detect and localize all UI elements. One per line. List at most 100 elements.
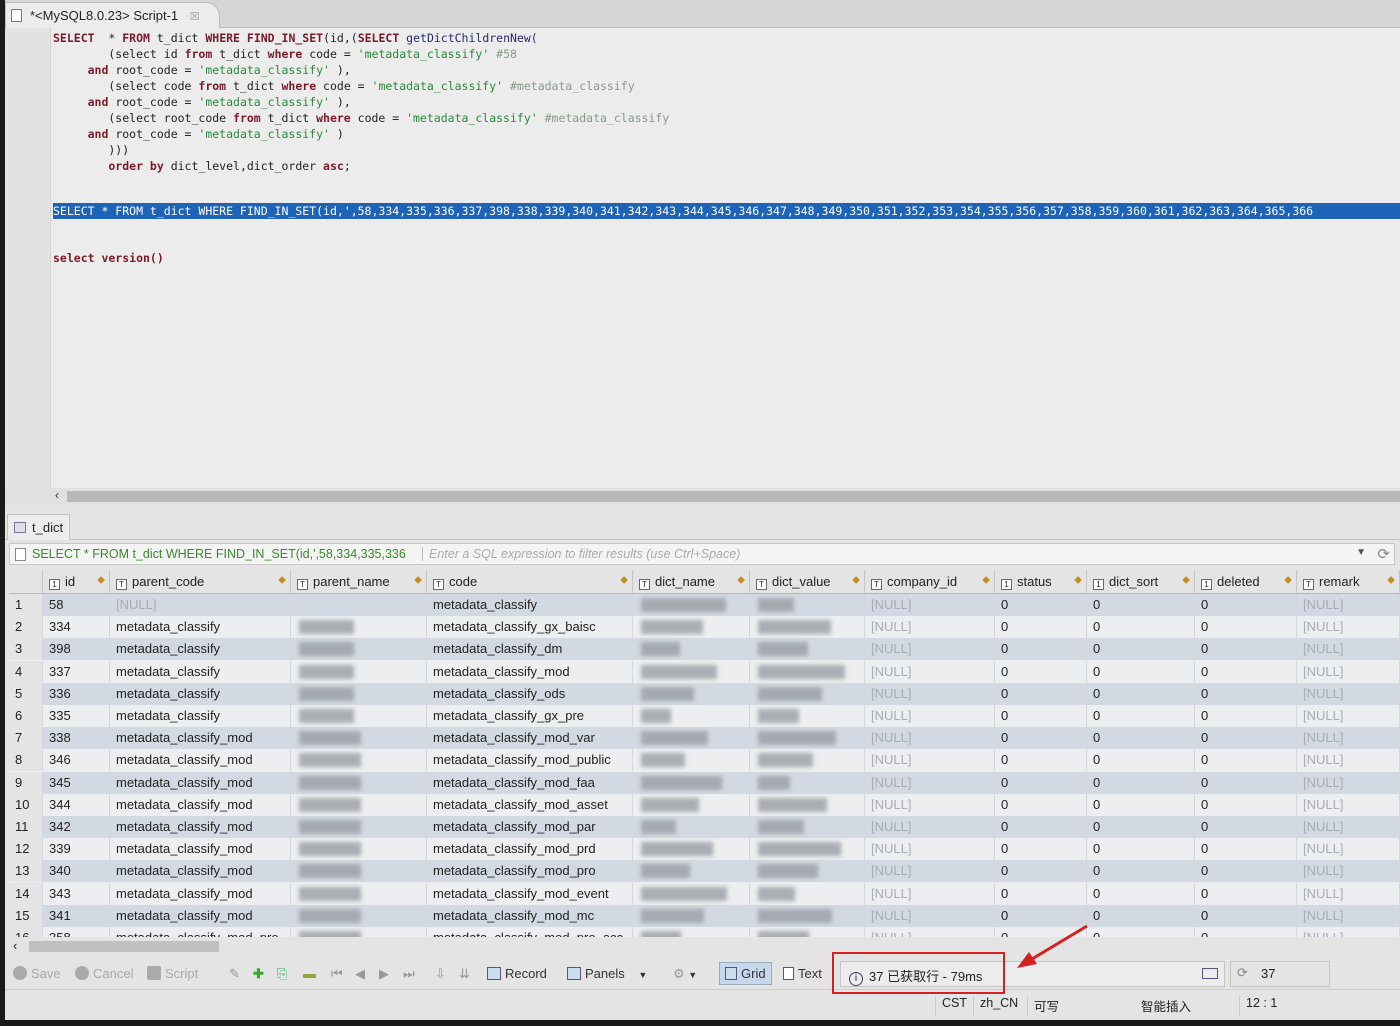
cell-status[interactable]: 0 (995, 771, 1087, 794)
cell-deleted[interactable]: 0 (1195, 682, 1297, 705)
column-header-remark[interactable]: Tremark ⬥ (1297, 570, 1400, 594)
cell-dict-name[interactable] (633, 860, 750, 883)
cell-id[interactable]: 398 (43, 638, 110, 661)
prev-row-button[interactable]: ◀ (355, 966, 365, 982)
cell-company-id[interactable]: [NULL] (865, 771, 995, 794)
cell-parent-name[interactable] (291, 616, 427, 639)
cell-company-id[interactable]: [NULL] (865, 749, 995, 772)
cell-deleted[interactable]: 0 (1195, 793, 1297, 816)
cell-company-id[interactable]: [NULL] (865, 616, 995, 639)
sql-line[interactable]: (select root_code from t_dict where code… (53, 110, 669, 126)
cell-dict-sort[interactable]: 0 (1087, 594, 1195, 616)
sort-icon[interactable]: ⬥ (1387, 574, 1395, 587)
cell-dict-sort[interactable]: 0 (1087, 838, 1195, 861)
cell-status[interactable]: 0 (995, 860, 1087, 883)
cell-id[interactable]: 337 (43, 660, 110, 683)
cell-dict-name[interactable] (633, 749, 750, 772)
scroll-thumb[interactable] (67, 491, 1400, 502)
cell-parent-name[interactable] (291, 904, 427, 927)
cell-code[interactable]: metadata_classify (427, 594, 633, 616)
script-button[interactable]: Script (147, 966, 198, 981)
panels-button[interactable]: Panels ▼ (567, 966, 647, 981)
scroll-thumb[interactable] (29, 941, 219, 952)
cell-id[interactable]: 335 (43, 705, 110, 727)
cell-company-id[interactable]: [NULL] (865, 594, 995, 616)
cancel-button[interactable]: Cancel (75, 966, 133, 981)
cell-status[interactable]: 0 (995, 682, 1087, 705)
cell-dict-name[interactable] (633, 882, 750, 905)
cell-parent-name[interactable] (291, 749, 427, 772)
save-button[interactable]: Save (13, 966, 61, 981)
cell-status[interactable]: 0 (995, 594, 1087, 616)
cell-company-id[interactable]: [NULL] (865, 927, 995, 937)
cell-company-id[interactable]: [NULL] (865, 705, 995, 727)
cell-deleted[interactable]: 0 (1195, 705, 1297, 727)
cell-parent-code[interactable]: metadata_classify_mod (110, 904, 291, 927)
cell-dict-name[interactable] (633, 594, 750, 616)
cell-parent-name[interactable] (291, 793, 427, 816)
cell-dict-sort[interactable]: 0 (1087, 660, 1195, 683)
delete-row-button[interactable]: ▬ (303, 966, 316, 981)
sql-line[interactable]: (select code from t_dict where code = 'm… (53, 78, 634, 94)
cell-remark[interactable]: [NULL] (1297, 927, 1400, 937)
cell-status[interactable]: 0 (995, 638, 1087, 661)
cell-parent-name[interactable] (291, 705, 427, 727)
fetch-page-button[interactable]: ⇩ (435, 966, 446, 982)
cell-remark[interactable]: [NULL] (1297, 816, 1400, 838)
filter-bar[interactable]: SELECT * FROM t_dict WHERE FIND_IN_SET(i… (9, 543, 1395, 565)
cell-dict-value[interactable] (750, 771, 865, 794)
version-sql-line[interactable]: select version() (53, 250, 164, 266)
cell-dict-name[interactable] (633, 816, 750, 838)
cell-status[interactable]: 0 (995, 816, 1087, 838)
sort-icon[interactable]: ⬥ (737, 574, 745, 587)
cell-parent-name[interactable] (291, 682, 427, 705)
cell-company-id[interactable]: [NULL] (865, 638, 995, 661)
cell-parent-name[interactable] (291, 771, 427, 794)
cell-id[interactable]: 338 (43, 727, 110, 750)
cell-company-id[interactable]: [NULL] (865, 882, 995, 905)
cell-dict-sort[interactable]: 0 (1087, 816, 1195, 838)
cell-parent-code[interactable]: metadata_classify_mod (110, 771, 291, 794)
cell-deleted[interactable]: 0 (1195, 660, 1297, 683)
cell-id[interactable]: 336 (43, 682, 110, 705)
cell-deleted[interactable]: 0 (1195, 638, 1297, 661)
cell-dict-name[interactable] (633, 793, 750, 816)
cell-status[interactable]: 0 (995, 660, 1087, 683)
cell-parent-code[interactable]: metadata_classify_mod_pro (110, 927, 291, 937)
scroll-left-icon[interactable]: ‹ (13, 938, 17, 953)
cell-dict-value[interactable] (750, 860, 865, 883)
cell-deleted[interactable]: 0 (1195, 838, 1297, 861)
cell-remark[interactable]: [NULL] (1297, 771, 1400, 794)
text-view-button[interactable]: Text (783, 966, 825, 981)
cell-code[interactable]: metadata_classify_ods (427, 682, 633, 705)
cell-dict-name[interactable] (633, 838, 750, 861)
sql-line[interactable]: order by dict_level,dict_order asc; (53, 158, 350, 174)
cell-dict-value[interactable] (750, 793, 865, 816)
sql-line[interactable]: (select id from t_dict where code = 'met… (53, 46, 517, 62)
cell-parent-name[interactable] (291, 882, 427, 905)
column-header-dict-sort[interactable]: 1 dict_sort ⬥ (1087, 570, 1195, 594)
sort-icon[interactable]: ⬥ (97, 574, 105, 587)
cell-dict-sort[interactable]: 0 (1087, 927, 1195, 937)
column-header-parent-name[interactable]: Tparent_name ⬥ (291, 570, 427, 594)
cell-parent-code[interactable]: metadata_classify_mod (110, 793, 291, 816)
cell-remark[interactable]: [NULL] (1297, 860, 1400, 883)
cell-company-id[interactable]: [NULL] (865, 860, 995, 883)
cell-parent-code[interactable]: metadata_classify (110, 638, 291, 661)
cell-dict-sort[interactable]: 0 (1087, 616, 1195, 639)
cell-code[interactable]: metadata_classify_dm (427, 638, 633, 661)
sql-line[interactable]: and root_code = 'metadata_classify' ), (53, 94, 351, 110)
panel-toggle-icon[interactable] (1202, 968, 1218, 979)
cell-dict-sort[interactable]: 0 (1087, 793, 1195, 816)
cell-code[interactable]: metadata_classify_mod_mc (427, 904, 633, 927)
cell-parent-name[interactable] (291, 860, 427, 883)
cell-dict-name[interactable] (633, 638, 750, 661)
cell-id[interactable]: 346 (43, 749, 110, 772)
cell-remark[interactable]: [NULL] (1297, 705, 1400, 727)
cell-parent-name[interactable] (291, 927, 427, 937)
cell-dict-value[interactable] (750, 882, 865, 905)
results-tab-t-dict[interactable]: t_dict (7, 514, 71, 540)
cell-status[interactable]: 0 (995, 793, 1087, 816)
scroll-left-icon[interactable]: ‹ (55, 488, 59, 502)
cell-id[interactable]: 340 (43, 860, 110, 883)
